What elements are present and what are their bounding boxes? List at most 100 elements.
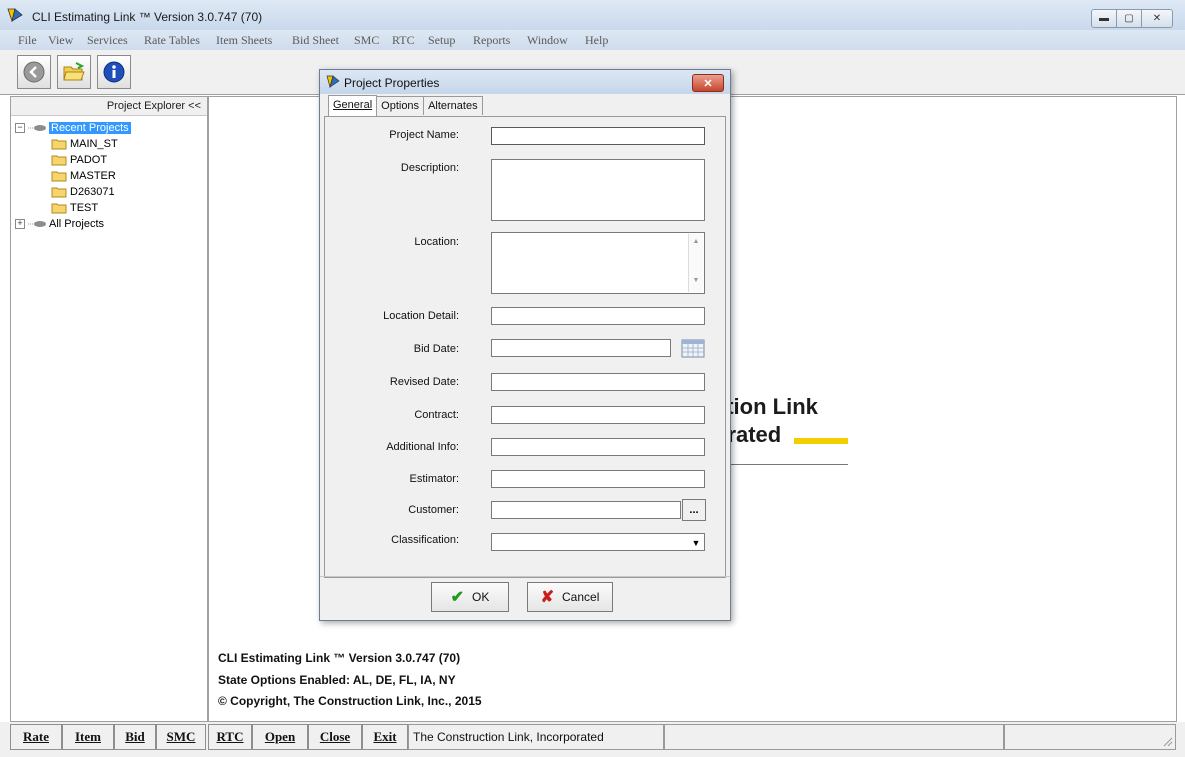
item-button[interactable]: Item <box>62 724 114 750</box>
menu-help[interactable]: Help <box>585 33 608 48</box>
menu-file[interactable]: File <box>18 33 37 48</box>
additional-info-input[interactable] <box>491 438 705 456</box>
dialog-tabs: General Options Alternates <box>328 95 483 116</box>
project-name: TEST <box>70 202 99 214</box>
maximize-button[interactable]: ▢ <box>1116 9 1142 28</box>
app-logo-icon <box>7 8 23 23</box>
rtc-button[interactable]: RTC <box>208 724 252 750</box>
minimize-button[interactable]: ▬ <box>1091 9 1117 28</box>
tab-alternates-label: Alternates <box>428 100 478 112</box>
back-arrow-icon <box>23 61 45 83</box>
recent-projects-label: Recent Projects <box>49 122 131 134</box>
menu-smc[interactable]: SMC <box>354 33 379 48</box>
dialog-close-button[interactable]: ✕ <box>692 74 724 92</box>
close-button[interactable]: ✕ <box>1141 9 1173 28</box>
project-name: D263071 <box>70 186 115 198</box>
bid-button[interactable]: Bid <box>114 724 156 750</box>
cancel-label: Cancel <box>562 590 600 604</box>
status-panel-2 <box>664 724 1004 750</box>
project-name-label: Project Name: <box>389 129 459 141</box>
drive-icon <box>28 221 46 227</box>
back-button[interactable] <box>17 55 51 89</box>
folder-icon <box>51 187 67 198</box>
status-panel-3 <box>1004 724 1176 750</box>
open-project-button[interactable] <box>57 55 91 89</box>
tab-general-label: General <box>333 99 373 111</box>
estimator-label: Estimator: <box>409 473 459 485</box>
estimator-input[interactable] <box>491 470 705 488</box>
project-properties-dialog: Project Properties ✕ General Options Alt… <box>319 69 731 621</box>
project-name-input[interactable] <box>491 127 705 145</box>
dialog-footer-divider <box>320 576 730 577</box>
close-icon: ✕ <box>703 77 713 90</box>
collapse-icon[interactable]: − <box>15 123 25 133</box>
scroll-down-icon[interactable]: ▼ <box>689 277 703 284</box>
cancel-button[interactable]: ✘ Cancel <box>527 582 613 612</box>
folder-icon <box>51 139 67 150</box>
description-input[interactable] <box>491 159 705 221</box>
resize-grip-icon[interactable] <box>1161 735 1173 747</box>
tree-node-recent-projects[interactable]: − Recent Projects <box>15 120 131 136</box>
tab-options[interactable]: Options <box>376 96 425 115</box>
menu-rate-tables[interactable]: Rate Tables <box>144 33 200 48</box>
open-button[interactable]: Open <box>252 724 308 750</box>
location-detail-label: Location Detail: <box>383 310 459 322</box>
tab-alternates[interactable]: Alternates <box>423 96 483 115</box>
dialog-title-bar[interactable]: Project Properties ✕ <box>320 70 730 94</box>
close-project-button[interactable]: Close <box>308 724 362 750</box>
folder-icon <box>51 171 67 182</box>
folder-icon <box>51 203 67 214</box>
tab-options-label: Options <box>381 100 420 112</box>
project-name: PADOT <box>70 154 108 166</box>
classification-select[interactable]: ▼ <box>491 533 705 551</box>
project-name: MAIN_ST <box>70 138 118 150</box>
chevron-down-icon[interactable]: ▼ <box>689 535 703 551</box>
rate-button[interactable]: Rate <box>10 724 62 750</box>
menu-reports[interactable]: Reports <box>473 33 510 48</box>
menu-services[interactable]: Services <box>87 33 128 48</box>
version-text: CLI Estimating Link ™ Version 3.0.747 (7… <box>218 651 461 665</box>
exit-button[interactable]: Exit <box>362 724 408 750</box>
folder-icon <box>51 155 67 166</box>
tree-item[interactable]: TEST <box>51 200 98 216</box>
bottom-bar: Rate Item Bid SMC RTC Open Close Exit Th… <box>0 722 1185 757</box>
all-projects-label: All Projects <box>49 218 105 230</box>
tree-node-all-projects[interactable]: + All Projects <box>15 216 104 232</box>
menu-window[interactable]: Window <box>527 33 568 48</box>
bid-date-label: Bid Date: <box>413 343 459 355</box>
contract-input[interactable] <box>491 406 705 424</box>
title-bar: CLI Estimating Link ™ Version 3.0.747 (7… <box>0 0 1185 30</box>
dialog-title: Project Properties <box>344 76 440 90</box>
menu-view[interactable]: View <box>48 33 73 48</box>
tree-item[interactable]: PADOT <box>51 152 107 168</box>
tree-item[interactable]: D263071 <box>51 184 115 200</box>
location-detail-input[interactable] <box>491 307 705 325</box>
tree-item[interactable]: MASTER <box>51 168 116 184</box>
info-button[interactable] <box>97 55 131 89</box>
smc-button[interactable]: SMC <box>156 724 206 750</box>
location-scrollbar[interactable]: ▲ ▼ <box>688 234 703 292</box>
cancel-x-icon: ✘ <box>540 589 555 606</box>
menu-item-sheets[interactable]: Item Sheets <box>216 33 272 48</box>
tree-item[interactable]: MAIN_ST <box>51 136 118 152</box>
customer-input[interactable] <box>491 501 681 519</box>
menu-bid-sheet[interactable]: Bid Sheet <box>292 33 339 48</box>
menu-bar: File View Services Rate Tables Item Shee… <box>0 30 1185 50</box>
dialog-app-icon <box>326 75 340 89</box>
expand-icon[interactable]: + <box>15 219 25 229</box>
menu-rtc[interactable]: RTC <box>392 33 415 48</box>
calendar-icon[interactable] <box>681 338 705 358</box>
menu-setup[interactable]: Setup <box>428 33 455 48</box>
project-explorer-header[interactable]: Project Explorer << <box>11 97 207 116</box>
location-label: Location: <box>414 236 459 248</box>
revised-date-input[interactable] <box>491 373 705 391</box>
tab-general[interactable]: General <box>328 95 378 116</box>
ok-button[interactable]: ✔ OK <box>431 582 509 612</box>
customer-label: Customer: <box>408 504 459 516</box>
scroll-up-icon[interactable]: ▲ <box>689 238 703 245</box>
customer-browse-button[interactable]: ... <box>682 499 706 521</box>
maximize-icon: ▢ <box>1124 13 1134 24</box>
location-input[interactable]: ▲ ▼ <box>491 232 705 294</box>
general-tab-panel: Project Name: Description: Location: ▲ ▼… <box>324 116 726 578</box>
bid-date-input[interactable] <box>491 339 671 357</box>
